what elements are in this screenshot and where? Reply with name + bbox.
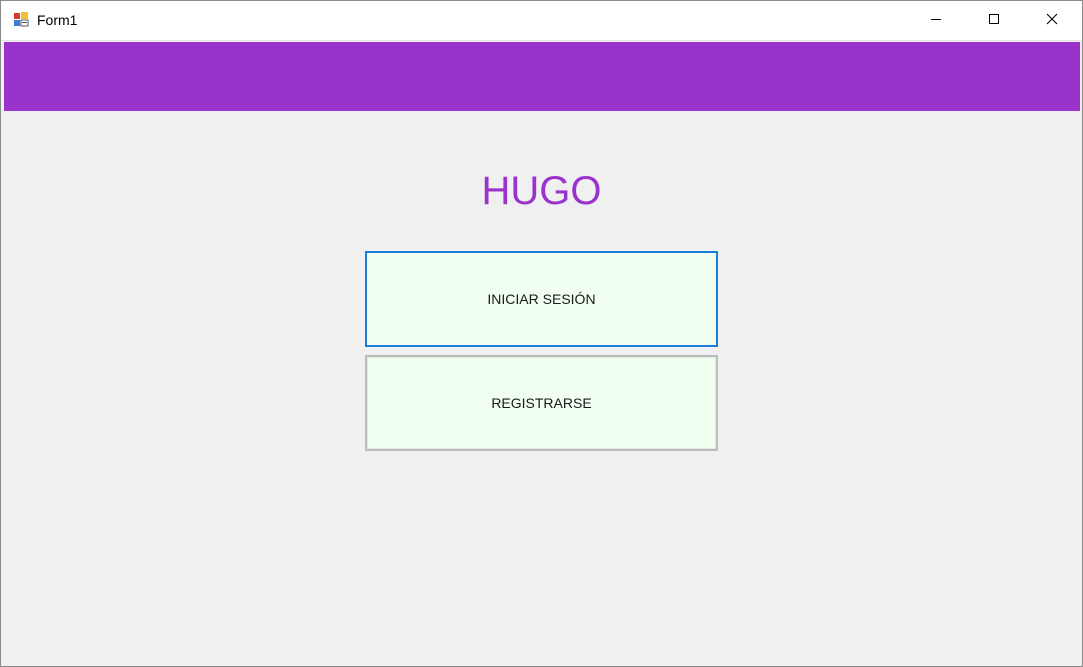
close-icon [1046,12,1058,30]
header-bar [4,42,1080,111]
app-heading: HUGO [481,169,602,213]
app-window: Form1 HUGO INICIAR SESIÓN REGISTRARSE [0,0,1083,667]
login-button-label: INICIAR SESIÓN [487,291,596,307]
close-button[interactable] [1023,1,1081,41]
winforms-app-icon [13,11,29,27]
login-button[interactable]: INICIAR SESIÓN [365,251,718,347]
maximize-icon [988,12,1000,30]
register-button[interactable]: REGISTRARSE [365,355,718,451]
window-title: Form1 [37,12,78,28]
title-bar[interactable]: Form1 [1,1,1082,41]
minimize-button[interactable] [907,1,965,41]
minimize-icon [930,12,942,30]
register-button-label: REGISTRARSE [491,395,592,411]
maximize-button[interactable] [965,1,1023,41]
